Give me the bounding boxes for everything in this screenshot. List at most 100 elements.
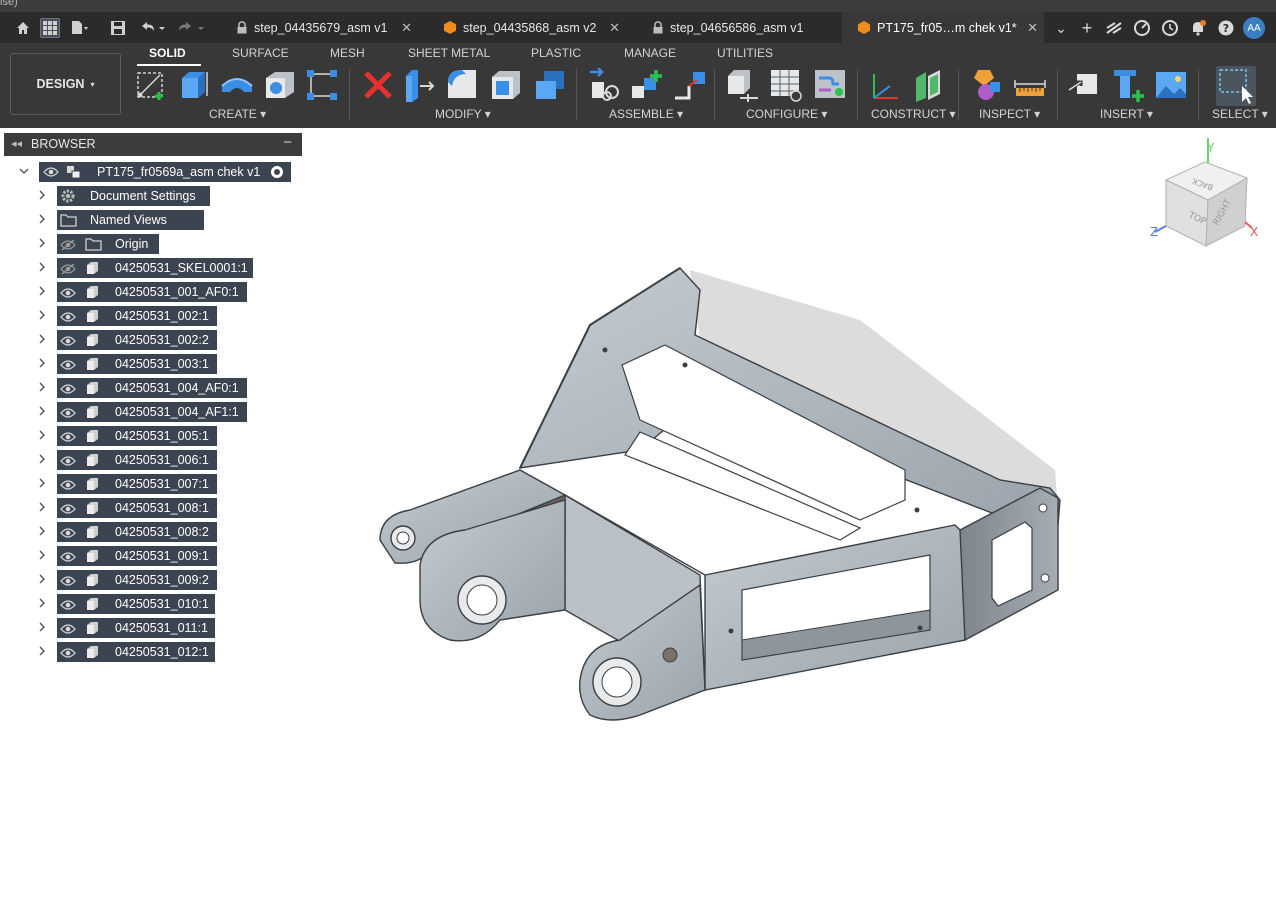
browser-item-row[interactable]: Origin — [0, 232, 300, 256]
eye-visible-icon[interactable] — [60, 406, 76, 424]
eye-visible-icon[interactable] — [60, 478, 76, 496]
workspace-switcher-button[interactable]: DESIGN ▾ — [10, 53, 121, 115]
eye-hidden-icon[interactable] — [60, 262, 76, 280]
expand-arrow-icon[interactable] — [37, 622, 47, 634]
browser-item[interactable]: Named Views — [57, 210, 204, 230]
expand-arrow-icon[interactable] — [37, 550, 47, 562]
expand-arrow-icon[interactable] — [37, 238, 47, 250]
3d-viewport[interactable] — [302, 128, 1276, 904]
eye-visible-icon[interactable] — [60, 574, 76, 592]
browser-item-row[interactable]: 04250531_SKEL0001:1 — [0, 256, 300, 280]
browser-item-row[interactable]: 04250531_011:1 — [0, 616, 300, 640]
activate-radio-icon[interactable] — [270, 165, 284, 179]
shell-icon[interactable] — [489, 68, 523, 102]
eye-visible-icon[interactable] — [60, 646, 76, 664]
expand-arrow-icon[interactable] — [37, 478, 47, 490]
expand-arrow-icon[interactable] — [37, 214, 47, 226]
select-window-icon[interactable] — [1216, 66, 1256, 106]
group-assemble-label[interactable]: ASSEMBLE ▾ — [609, 107, 683, 121]
expand-arrow-icon[interactable] — [19, 166, 29, 178]
configuration-table-icon[interactable] — [769, 68, 803, 102]
group-inspect-label[interactable]: INSPECT ▾ — [979, 107, 1040, 121]
expand-arrow-icon[interactable] — [37, 358, 47, 370]
expand-arrow-icon[interactable] — [37, 454, 47, 466]
close-tab-icon[interactable]: ✕ — [609, 20, 620, 36]
browser-item[interactable]: 04250531_009:2 — [57, 570, 217, 590]
home-icon[interactable] — [13, 18, 33, 38]
save-icon[interactable] — [108, 18, 128, 38]
extensions-icon[interactable] — [1104, 18, 1124, 38]
document-tab-2[interactable]: step_04435868_asm v2 ✕ — [444, 12, 634, 43]
redo-icon[interactable] — [175, 18, 207, 38]
browser-item-row[interactable]: Named Views — [0, 208, 300, 232]
data-panel-grid-icon[interactable] — [40, 18, 60, 38]
expand-arrow-icon[interactable] — [37, 406, 47, 418]
browser-item[interactable]: 04250531_009:1 — [57, 546, 217, 566]
tab-mesh[interactable]: MESH — [330, 46, 365, 60]
new-tab-plus-icon[interactable]: + — [1077, 18, 1097, 38]
rule-table-icon[interactable] — [813, 68, 847, 102]
expand-arrow-icon[interactable] — [37, 502, 47, 514]
browser-root-item[interactable]: PT175_fr0569a_asm chek v1 — [39, 162, 291, 182]
group-insert-label[interactable]: INSERT ▾ — [1100, 107, 1153, 121]
browser-item[interactable]: 04250531_008:1 — [57, 498, 217, 518]
browser-root-row[interactable]: PT175_fr0569a_asm chek v1 — [0, 160, 300, 184]
eye-visible-icon[interactable] — [60, 310, 76, 328]
job-status-icon[interactable] — [1132, 18, 1152, 38]
expand-arrow-icon[interactable] — [37, 526, 47, 538]
eye-visible-icon[interactable] — [43, 166, 59, 178]
browser-item[interactable]: 04250531_005:1 — [57, 426, 217, 446]
expand-arrow-icon[interactable] — [37, 574, 47, 586]
browser-item-row[interactable]: 04250531_004_AF0:1 — [0, 376, 300, 400]
expand-arrow-icon[interactable] — [37, 598, 47, 610]
browser-item-row[interactable]: 04250531_006:1 — [0, 448, 300, 472]
browser-item-row[interactable]: 04250531_005:1 — [0, 424, 300, 448]
hole-icon[interactable] — [263, 68, 297, 102]
construct-plane-icon[interactable] — [912, 68, 946, 102]
document-tab-3[interactable]: step_04656586_asm v1 — [652, 12, 842, 43]
browser-item[interactable]: 04250531_SKEL0001:1 — [57, 258, 253, 278]
eye-visible-icon[interactable] — [60, 286, 76, 304]
expand-arrow-icon[interactable] — [37, 646, 47, 658]
notification-bell-icon[interactable] — [1188, 18, 1208, 38]
fillet-icon[interactable] — [446, 68, 480, 102]
browser-item-row[interactable]: 04250531_001_AF0:1 — [0, 280, 300, 304]
tab-sheet-metal[interactable]: SHEET METAL — [408, 46, 490, 60]
joint-icon[interactable] — [630, 68, 664, 102]
inspect-shapes-icon[interactable] — [970, 68, 1004, 102]
document-tab-4-active[interactable]: PT175_fr05…m chek v1* ✕ — [842, 12, 1044, 43]
expand-arrow-icon[interactable] — [37, 262, 47, 274]
undo-icon[interactable] — [138, 18, 168, 38]
group-create-label[interactable]: CREATE ▾ — [209, 107, 266, 121]
document-tab-1[interactable]: step_04435679_asm v1 ✕ — [236, 12, 426, 43]
new-component-icon[interactable] — [588, 67, 622, 102]
browser-item-row[interactable]: 04250531_003:1 — [0, 352, 300, 376]
group-select-label[interactable]: SELECT ▾ — [1212, 107, 1268, 121]
minimize-panel-icon[interactable]: − — [283, 134, 292, 151]
pattern-icon[interactable] — [305, 68, 339, 102]
insert-derive-icon[interactable] — [1067, 68, 1101, 102]
close-tab-icon[interactable]: ✕ — [1027, 20, 1038, 36]
combine-icon[interactable] — [533, 68, 567, 102]
browser-item[interactable]: 04250531_004_AF0:1 — [57, 378, 247, 398]
tab-plastic[interactable]: PLASTIC — [531, 46, 581, 60]
extrude-icon[interactable] — [177, 68, 211, 102]
eye-hidden-icon[interactable] — [60, 238, 76, 256]
eye-visible-icon[interactable] — [60, 430, 76, 448]
browser-item-row[interactable]: 04250531_008:1 — [0, 496, 300, 520]
eye-visible-icon[interactable] — [60, 454, 76, 472]
create-sketch-icon[interactable] — [135, 68, 169, 102]
eye-visible-icon[interactable] — [60, 526, 76, 544]
browser-item[interactable]: 04250531_003:1 — [57, 354, 217, 374]
eye-visible-icon[interactable] — [60, 334, 76, 352]
expand-arrow-icon[interactable] — [37, 190, 47, 202]
expand-arrow-icon[interactable] — [37, 334, 47, 346]
file-menu-icon[interactable] — [70, 18, 90, 38]
browser-item[interactable]: 04250531_004_AF1:1 — [57, 402, 247, 422]
expand-arrow-icon[interactable] — [37, 382, 47, 394]
tab-utilities[interactable]: UTILITIES — [717, 46, 773, 60]
browser-item-row[interactable]: 04250531_004_AF1:1 — [0, 400, 300, 424]
browser-item[interactable]: 04250531_008:2 — [57, 522, 217, 542]
revolve-icon[interactable] — [220, 68, 254, 102]
insert-mcmaster-bolt-icon[interactable] — [1112, 68, 1146, 102]
